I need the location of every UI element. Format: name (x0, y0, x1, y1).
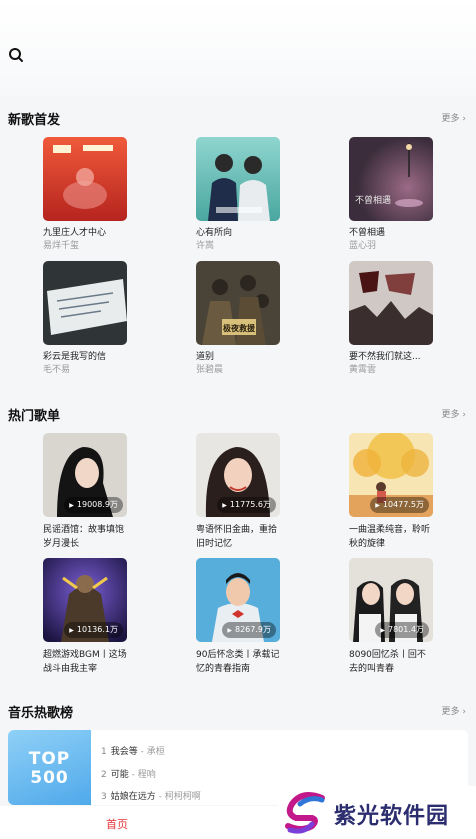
more-playlists-link[interactable]: 更多 › (442, 407, 467, 420)
play-count: ▶ 10477.5万 (370, 497, 429, 513)
song-card[interactable]: 不曾相遇 不曾相遇 蓝心羽 (349, 137, 433, 252)
section-title-charts: 音乐热歌榜 (8, 706, 74, 721)
play-count-value: 11775.6万 (229, 500, 271, 509)
play-icon: ▶ (222, 502, 227, 509)
playlist-cover: ▶ 19008.9万 (43, 433, 127, 517)
playlist-cover: ▶ 10136.1万 (43, 558, 127, 642)
play-count: ▶ 10136.1万 (64, 622, 123, 638)
playlist-card[interactable]: ▶ 10136.1万 超燃游戏BGM丨这场战斗由我主宰 (43, 558, 127, 676)
playlist-title: 超燃游戏BGM丨这场战斗由我主宰 (43, 650, 127, 674)
playlist-title: 8090回忆杀丨回不去的叫青春 (349, 650, 426, 674)
song-card[interactable]: 心有所向 许嵩 (196, 137, 280, 252)
playlist-card[interactable]: ▶ 11775.6万 粤语怀旧金曲，重拾旧时记忆 (196, 433, 280, 551)
song-card[interactable]: 九里庄人才中心 易烊千玺 (43, 137, 127, 252)
song-cover: 极夜救援 (196, 261, 280, 345)
chart-rank: 2 (101, 770, 107, 780)
watermark-text: 紫光软件园 (334, 804, 450, 829)
playlist-title: 90后怀念类丨承载记忆的青春指南 (196, 650, 280, 674)
chart-badge-line1: TOP (28, 749, 71, 769)
chart-song: 可能 (110, 770, 129, 780)
more-label: 更多 (441, 410, 460, 420)
play-icon: ▶ (375, 502, 380, 509)
song-artist: 蓝心羽 (349, 241, 377, 251)
song-cover: 不曾相遇 (349, 137, 433, 221)
song-artist: 黄霄雲 (349, 365, 377, 375)
chart-item[interactable]: 3 姑娘在远方 - 柯柯柯啊 (101, 789, 201, 802)
chart-badge-line2: 500 (30, 768, 69, 788)
song-cover (43, 261, 127, 345)
playlist-cover: ▶ 11775.6万 (196, 433, 280, 517)
play-count-value: 8267.9万 (235, 625, 271, 634)
more-label: 更多 (441, 707, 460, 717)
chart-artist: 承桓 (146, 747, 165, 757)
playlist-card[interactable]: ▶ 8267.9万 90后怀念类丨承载记忆的青春指南 (196, 558, 280, 676)
play-count: ▶ 19008.9万 (64, 497, 123, 513)
section-title-new-songs: 新歌首发 (8, 113, 61, 128)
cover-caption: 不曾相遇 (355, 194, 391, 206)
chevron-right-icon: › (462, 114, 466, 124)
play-count-value: 10136.1万 (76, 625, 118, 634)
playlist-title: 民谣酒馆：故事填饱岁月漫长 (43, 525, 125, 549)
play-icon: ▶ (69, 627, 74, 634)
song-artist: 张碧晨 (196, 365, 224, 375)
play-icon: ▶ (227, 627, 232, 634)
play-count-value: 10477.5万 (382, 500, 424, 509)
song-artist: 毛不易 (43, 365, 71, 375)
watermark-logo-icon (285, 792, 325, 834)
playlist-card[interactable]: ▶ 7801.4万 8090回忆杀丨回不去的叫青春 (349, 558, 433, 676)
chart-rank: 3 (101, 792, 107, 802)
song-card[interactable]: 要不然我们就这... 黄霄雲 (349, 261, 433, 376)
chart-item[interactable]: 2 可能 - 程响 (101, 767, 156, 780)
chart-artist: 程响 (137, 770, 156, 780)
song-title: 心有所向 (196, 228, 233, 238)
chart-song: 姑娘在远方 (110, 792, 156, 802)
watermark: 紫光软件园 (278, 786, 476, 839)
song-card[interactable]: 彩云是我写的信 毛不易 (43, 261, 127, 376)
chart-badge: TOP 500 (8, 730, 91, 805)
playlist-cover: ▶ 10477.5万 (349, 433, 433, 517)
playlist-cover: ▶ 7801.4万 (349, 558, 433, 642)
playlist-title: 一曲温柔纯音，聆听秋的旋律 (349, 525, 431, 549)
play-icon: ▶ (380, 627, 385, 634)
song-title: 道别 (196, 352, 215, 362)
chart-artist: 柯柯柯啊 (164, 792, 201, 802)
cover-caption: 极夜救援 (223, 323, 256, 333)
song-artist: 许嵩 (196, 241, 215, 251)
chart-item[interactable]: 1 我会等 - 承桓 (101, 744, 165, 757)
search-icon[interactable] (8, 47, 24, 63)
play-count: ▶ 11775.6万 (217, 497, 276, 513)
song-artist: 易烊千玺 (43, 241, 80, 251)
chevron-right-icon: › (462, 410, 466, 420)
more-label: 更多 (441, 114, 460, 124)
play-icon: ▶ (69, 502, 74, 509)
playlist-title: 粤语怀旧金曲，重拾旧时记忆 (196, 525, 278, 549)
section-title-hot-playlists: 热门歌单 (8, 409, 61, 424)
chart-rank: 1 (101, 747, 107, 757)
top-bar (0, 0, 476, 96)
play-count: ▶ 8267.9万 (222, 622, 276, 638)
song-cover (43, 137, 127, 221)
tab-home[interactable]: 首页 (106, 816, 128, 832)
song-cover (349, 261, 433, 345)
song-cover (196, 137, 280, 221)
more-new-songs-link[interactable]: 更多 › (442, 111, 467, 124)
more-charts-link[interactable]: 更多 › (442, 704, 467, 717)
song-card[interactable]: 极夜救援 道别 张碧晨 (196, 261, 280, 376)
chevron-right-icon: › (462, 707, 466, 717)
playlist-card[interactable]: ▶ 19008.9万 民谣酒馆：故事填饱岁月漫长 (43, 433, 127, 551)
song-title: 不曾相遇 (349, 228, 386, 238)
chart-song: 我会等 (110, 747, 138, 757)
play-count-value: 19008.9万 (76, 500, 118, 509)
play-count-value: 7801.4万 (388, 625, 424, 634)
play-count: ▶ 7801.4万 (375, 622, 429, 638)
playlist-card[interactable]: ▶ 10477.5万 一曲温柔纯音，聆听秋的旋律 (349, 433, 433, 551)
playlist-cover: ▶ 8267.9万 (196, 558, 280, 642)
song-title: 要不然我们就这... (349, 352, 421, 362)
song-title: 九里庄人才中心 (43, 228, 107, 238)
song-title: 彩云是我写的信 (43, 352, 107, 362)
